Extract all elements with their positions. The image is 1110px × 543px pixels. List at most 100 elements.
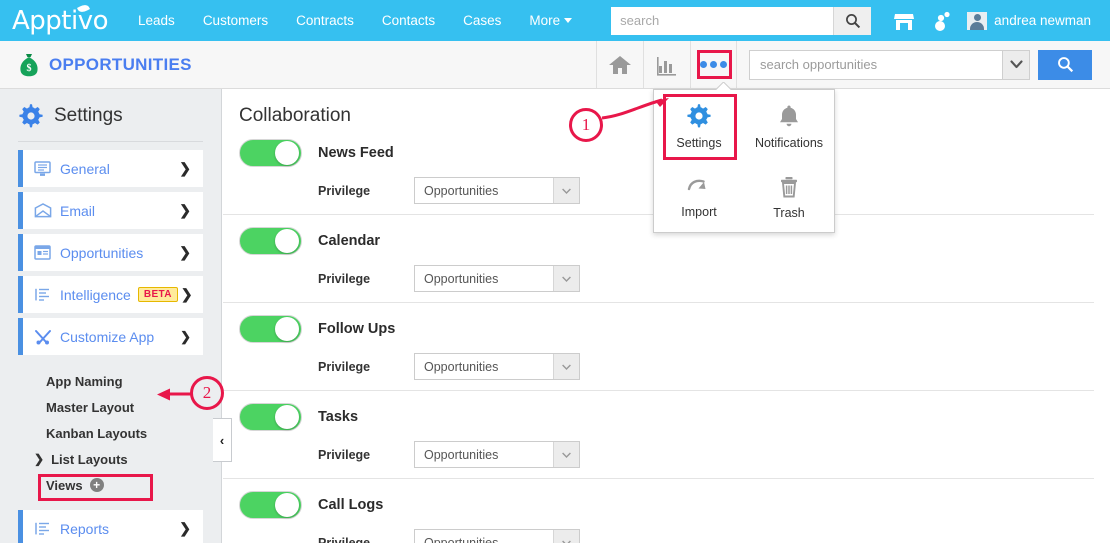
setting-row-call-logs: Call Logs Privilege Opportunities (223, 479, 1094, 543)
sidebar-divider (18, 141, 203, 142)
add-view-icon[interactable]: + (89, 478, 104, 492)
sidebar-subitem-kanban-layouts[interactable]: Kanban Layouts (0, 420, 221, 446)
chevron-down-icon (553, 178, 579, 203)
setting-row-follow-ups: Follow Ups Privilege Opportunities (223, 303, 1094, 391)
reports-button[interactable] (643, 41, 690, 88)
nav-link-customers[interactable]: Customers (189, 13, 282, 28)
nav-label: Contacts (381, 13, 436, 28)
more-options-button[interactable] (690, 41, 737, 88)
privilege-select-tasks[interactable]: Opportunities (414, 441, 580, 468)
home-button[interactable] (596, 41, 643, 88)
chevron-right-icon: ❯ (179, 202, 191, 218)
sidebar-item-label: Intelligence (60, 286, 131, 303)
menu-item-notifications[interactable]: Notifications (744, 90, 834, 162)
row-header: Follow Ups (239, 315, 1094, 343)
more-options-popup: Settings Notifications Import Trash (653, 89, 835, 233)
search-submit-button[interactable] (1038, 49, 1092, 80)
opportunity-search-input[interactable] (749, 49, 1002, 80)
sidebar-subitem-label: List Layouts (51, 451, 128, 467)
chevron-right-icon: ❯ (180, 286, 193, 302)
privilege-label: Privilege (318, 359, 371, 374)
avatar (967, 11, 988, 30)
privilege-label: Privilege (318, 183, 371, 198)
search-icon (1057, 57, 1073, 73)
nav-label: More (529, 13, 561, 28)
privilege-row: Privilege Opportunities (239, 441, 1094, 468)
toggle-tasks[interactable] (239, 403, 302, 431)
monitor-icon (34, 160, 56, 177)
nav-link-leads[interactable]: Leads (124, 13, 189, 28)
avatar-body (970, 21, 985, 30)
privilege-select-calendar[interactable]: Opportunities (414, 265, 580, 292)
user-menu[interactable]: andrea newman (961, 11, 1110, 30)
sidebar-item-general[interactable]: General ❯ (18, 150, 203, 187)
sidebar-item-customize-app[interactable]: Customize App ❯ (18, 318, 203, 355)
gear-icon (19, 104, 43, 128)
user-name-label: andrea newman (994, 13, 1091, 28)
tools-icon (34, 329, 56, 345)
ellipsis-icon (700, 61, 727, 68)
setting-name: Call Logs (318, 497, 384, 513)
privilege-row: Privilege Opportunities (239, 353, 1094, 380)
store-button[interactable] (885, 0, 923, 41)
sidebar-item-label: Opportunities (60, 244, 144, 261)
popup-arrow (716, 82, 731, 90)
nav-link-more[interactable]: More (515, 13, 586, 28)
apptivo-logo[interactable]: Apptivo (12, 2, 109, 34)
envelope-icon (34, 203, 56, 218)
toggle-call-logs[interactable] (239, 491, 302, 519)
list-lines-icon (34, 521, 56, 536)
list-lines-icon (34, 287, 56, 302)
menu-item-import[interactable]: Import (654, 162, 744, 232)
toggle-calendar[interactable] (239, 227, 302, 255)
privilege-select-follow-ups[interactable]: Opportunities (414, 353, 580, 380)
privilege-select-news-feed[interactable]: Opportunities (414, 177, 580, 204)
sidebar-subitem-label: Master Layout (46, 399, 135, 415)
sidebar-subitem-label: Kanban Layouts (46, 425, 148, 441)
chevron-down-icon (553, 530, 579, 543)
chevron-down-icon (553, 442, 579, 467)
chevron-down-icon (1009, 60, 1023, 69)
setting-row-tasks: Tasks Privilege Opportunities (223, 391, 1094, 479)
sidebar-collapse-button[interactable]: ‹ (213, 418, 232, 462)
module-toolbar (596, 41, 1110, 89)
sidebar-subitem-master-layout[interactable]: Master Layout (0, 394, 221, 420)
nav-link-contracts[interactable]: Contracts (282, 13, 368, 28)
bar-chart-icon (657, 56, 676, 76)
main-nav-links: Leads Customers Contracts Contacts Cases… (124, 13, 586, 28)
privilege-label: Privilege (318, 271, 371, 286)
sidebar-item-email[interactable]: Email ❯ (18, 192, 203, 229)
toggle-news-feed[interactable] (239, 139, 302, 167)
chevron-right-icon: ❯ (179, 520, 191, 536)
toggle-follow-ups[interactable] (239, 315, 302, 343)
sidebar-subitem-views[interactable]: Views + (0, 472, 221, 498)
sidebar-subitem-app-naming[interactable]: App Naming (0, 368, 221, 394)
privilege-label: Privilege (318, 447, 371, 462)
privilege-select-call-logs[interactable]: Opportunities (414, 529, 580, 543)
setting-name: News Feed (318, 145, 394, 161)
setting-name: Follow Ups (318, 321, 396, 337)
nav-link-contacts[interactable]: Contacts (368, 13, 449, 28)
menu-item-trash[interactable]: Trash (744, 162, 834, 232)
gear-icon (687, 103, 711, 127)
money-bag-icon: $ (20, 53, 38, 76)
row-header: Call Logs (239, 491, 1094, 519)
notifications-button[interactable] (923, 0, 961, 41)
settings-sidebar: Settings General ❯ Email ❯ Opportunities… (0, 89, 222, 543)
module-header-bar: $ OPPORTUNITIES (0, 41, 1110, 89)
chevron-down-icon: ❯ (180, 328, 191, 344)
sidebar-item-opportunities[interactable]: Opportunities ❯ (18, 234, 203, 271)
menu-item-settings[interactable]: Settings (654, 90, 744, 162)
sidebar-item-reports[interactable]: Reports ❯ (18, 510, 203, 543)
nav-link-cases[interactable]: Cases (449, 13, 515, 28)
chevron-down-icon (553, 266, 579, 291)
sidebar-subitem-list-layouts[interactable]: ❯ List Layouts (0, 446, 221, 472)
top-navigation-bar: Apptivo Leads Customers Contracts Contac… (0, 0, 1110, 41)
toggle-knob (275, 405, 299, 429)
sidebar-item-intelligence[interactable]: Intelligence BETA ❯ (18, 276, 203, 313)
search-filter-dropdown[interactable] (1002, 49, 1030, 80)
privilege-value: Opportunities (424, 447, 499, 462)
global-search-button[interactable] (833, 6, 872, 35)
global-search-input[interactable] (611, 6, 834, 35)
toggle-knob (275, 229, 299, 253)
